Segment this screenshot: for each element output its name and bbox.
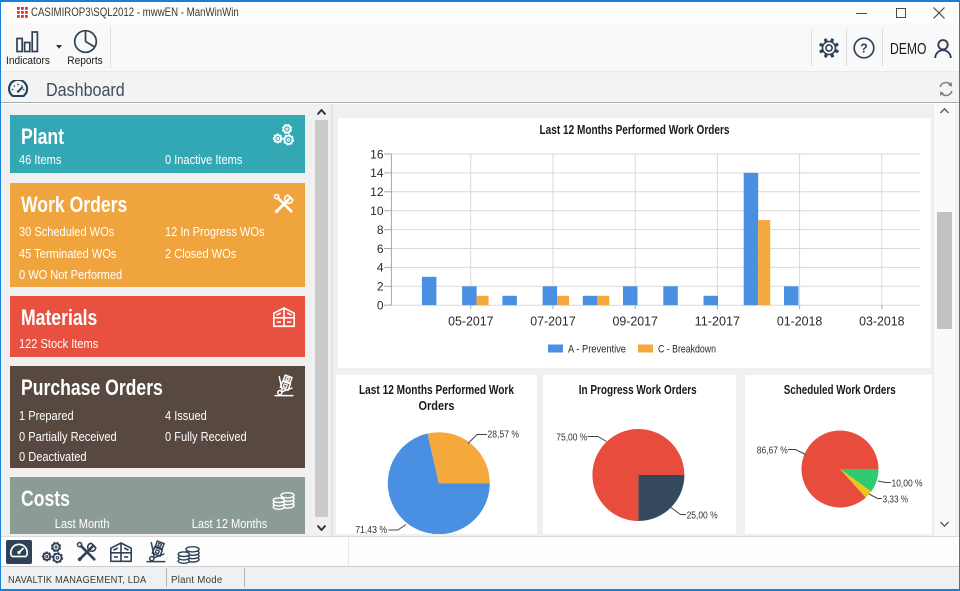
svg-text:6: 6 [377,242,384,256]
svg-text:3,33 %: 3,33 % [882,495,908,506]
svg-text:10,00 %: 10,00 % [891,479,922,490]
svg-text:09-2017: 09-2017 [613,315,658,329]
svg-text:?: ? [860,42,868,56]
svg-text:In Progress Work Orders: In Progress Work Orders [579,382,697,397]
svg-text:Scheduled Work Orders: Scheduled Work Orders [783,382,895,397]
svg-text:10: 10 [370,204,384,218]
svg-text:Last 12 Months Performed Work: Last 12 Months Performed Work [359,382,515,397]
svg-text:4: 4 [377,261,384,275]
svg-text:12: 12 [370,185,384,199]
svg-text:16: 16 [370,147,384,161]
svg-text:0: 0 [377,299,384,313]
svg-text:Last 12 Months Performed Work: Last 12 Months Performed Work Orders [540,122,730,137]
svg-text:05-2017: 05-2017 [448,315,493,329]
svg-text:11-2017: 11-2017 [695,315,740,329]
svg-text:C - Breakdown: C - Breakdown [658,344,716,356]
svg-text:07-2017: 07-2017 [530,315,575,329]
svg-text:14: 14 [370,166,384,180]
svg-text:28,57 %: 28,57 % [488,430,520,441]
svg-text:03-2018: 03-2018 [859,315,904,329]
svg-text:75,00 %: 75,00 % [556,433,587,444]
svg-text:2: 2 [377,280,384,294]
svg-text:25,00 %: 25,00 % [687,511,718,522]
svg-text:71,43 %: 71,43 % [355,525,387,534]
svg-text:8: 8 [377,223,384,237]
svg-text:86,67 %: 86,67 % [756,446,787,457]
svg-text:A - Preventive: A - Preventive [568,344,626,356]
svg-text:01-2018: 01-2018 [777,315,822,329]
svg-text:Orders: Orders [419,398,455,413]
